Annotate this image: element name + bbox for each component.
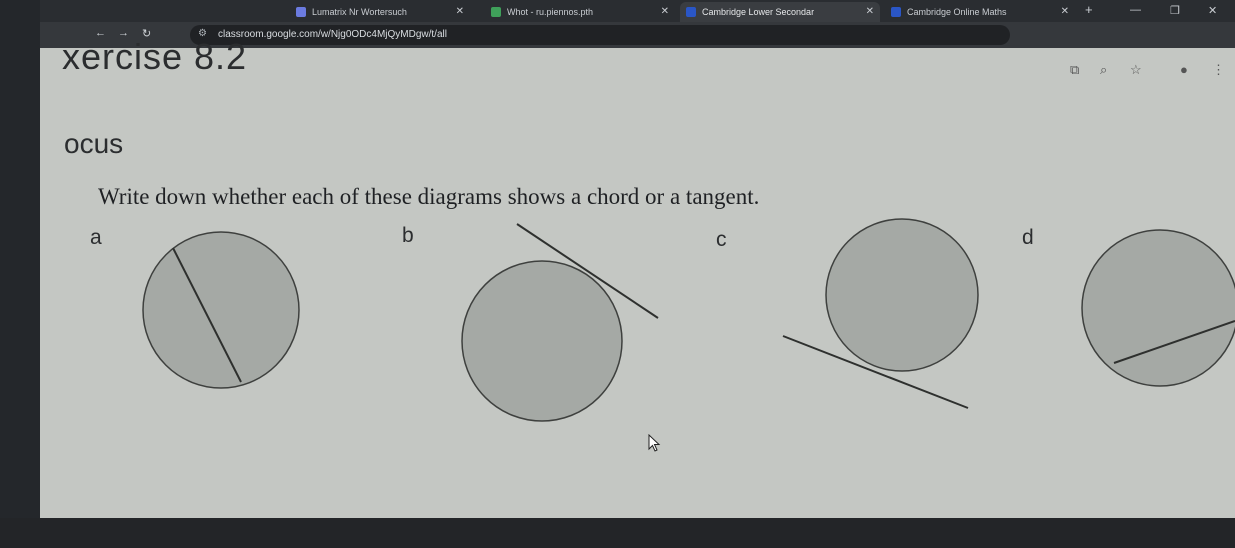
tab-favicon-icon (491, 7, 501, 17)
tab-label: Cambridge Online Maths (907, 7, 1007, 17)
screen-bezel (0, 518, 1235, 548)
tab-favicon-icon (891, 7, 901, 17)
tab-3[interactable]: Cambridge Lower Secondar ✕ (680, 2, 880, 22)
diagram-a (142, 231, 300, 389)
circle-a (142, 231, 300, 389)
minimize-icon[interactable]: — (1130, 4, 1141, 16)
close-icon[interactable]: ✕ (866, 2, 874, 22)
circle-b (461, 260, 623, 422)
restore-icon[interactable]: ❐ (1170, 4, 1180, 17)
tab-strip: Lumatrix Nr Wortersuch ✕ Whot - ru.pienn… (40, 0, 1235, 22)
tab-2[interactable]: Whot - ru.piennos.pth ✕ (485, 2, 675, 22)
diagrams (142, 218, 1235, 422)
screen: Lumatrix Nr Wortersuch ✕ Whot - ru.pienn… (0, 0, 1235, 548)
close-icon[interactable]: ✕ (456, 2, 464, 22)
mouse-cursor-icon (648, 434, 661, 452)
tab-4[interactable]: Cambridge Online Maths ✕ (885, 2, 1075, 22)
tab-label: Whot - ru.piennos.pth (507, 7, 594, 17)
tab-favicon-icon (686, 7, 696, 17)
circle-d (1081, 229, 1235, 387)
close-window-icon[interactable]: ✕ (1208, 4, 1217, 17)
close-icon[interactable]: ✕ (661, 2, 669, 22)
address-bar[interactable]: ⚙ classroom.google.com/w/Njg0ODc4MjQyMDg… (190, 25, 1010, 45)
circle-c (825, 218, 979, 372)
diagram-c (782, 218, 979, 409)
tab-label: Lumatrix Nr Wortersuch (312, 7, 407, 17)
url-text: classroom.google.com/w/Njg0ODc4MjQyMDgw/… (218, 29, 447, 40)
new-tab-icon[interactable]: + (1085, 2, 1093, 17)
close-icon[interactable]: ✕ (1061, 2, 1069, 22)
page-content: xercise 8.2 ocus ⧉ ⌕ ☆ ● ⋮ Write down wh… (40, 36, 1235, 518)
tab-favicon-icon (296, 7, 306, 17)
tab-1[interactable]: Lumatrix Nr Wortersuch ✕ (290, 2, 470, 22)
diagram-b (461, 223, 659, 422)
tab-label: Cambridge Lower Secondar (702, 7, 815, 17)
diagram-d (1081, 229, 1235, 387)
